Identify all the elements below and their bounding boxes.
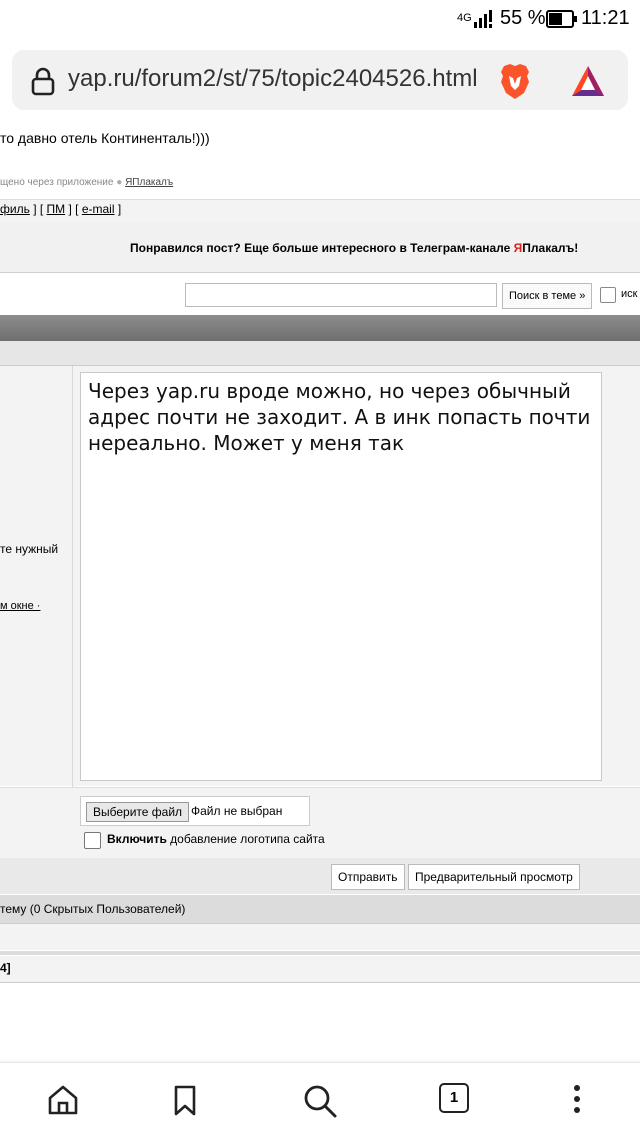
clock: 11:21 bbox=[581, 7, 630, 29]
email-link[interactable]: e-mail bbox=[82, 202, 115, 216]
separator: ] bbox=[117, 202, 122, 216]
open-window-link[interactable]: м окне · bbox=[0, 600, 40, 612]
form-side-link[interactable]: м окне · bbox=[0, 600, 40, 612]
network-type: 4G bbox=[457, 12, 472, 24]
separator: ] [ bbox=[33, 202, 47, 216]
rewards-icon[interactable] bbox=[570, 64, 606, 103]
home-icon[interactable] bbox=[46, 1083, 80, 1117]
topic-readers-bar: тему (0 Скрытых Пользователей) bbox=[0, 895, 640, 924]
battery-percent: 55 % bbox=[500, 7, 546, 29]
tabs-count: 1 bbox=[439, 1083, 469, 1113]
topic-readers-text: тему (0 Скрытых Пользователей) bbox=[0, 902, 186, 916]
logo-label-rest: добавление логотипа сайта bbox=[166, 832, 325, 846]
pagination-bar: 4] bbox=[0, 956, 640, 983]
url-text[interactable]: yap.ru/forum2/st/75/topic2404526.html bbox=[68, 65, 478, 93]
android-icon: ● bbox=[116, 177, 123, 188]
status-bar: 4G 55 % 11:21 bbox=[0, 0, 640, 40]
promo-text[interactable]: Понравился пост? Еще больше интересного … bbox=[130, 241, 578, 255]
signal-icon bbox=[474, 10, 496, 33]
spacer-bar bbox=[0, 924, 640, 950]
page-link[interactable]: 4] bbox=[0, 961, 11, 975]
form-divider bbox=[72, 366, 73, 858]
bookmark-icon[interactable] bbox=[168, 1083, 202, 1117]
browser-bottom-nav: 1 bbox=[0, 1062, 640, 1139]
divider bbox=[0, 951, 640, 955]
promo-brand-ya: Я bbox=[513, 241, 523, 255]
search-checkbox-label: иск bbox=[621, 288, 638, 300]
preview-button[interactable]: Предварительный просмотр bbox=[408, 864, 580, 890]
file-picker[interactable]: Выберите файл Файл не выбран bbox=[80, 796, 310, 826]
message-textarea[interactable]: Через yap.ru вроде можно, но через обычн… bbox=[80, 372, 602, 781]
reply-subheader-bar bbox=[0, 341, 640, 366]
file-status: Файл не выбран bbox=[191, 804, 283, 818]
separator: ] [ bbox=[68, 202, 82, 216]
send-button[interactable]: Отправить bbox=[331, 864, 405, 890]
reply-header-bar bbox=[0, 315, 640, 341]
search-icon[interactable] bbox=[302, 1083, 337, 1118]
tabs-button[interactable]: 1 bbox=[439, 1083, 473, 1117]
choose-file-button[interactable]: Выберите файл bbox=[86, 802, 190, 822]
lock-icon[interactable] bbox=[30, 66, 56, 101]
promo-text-main: Понравился пост? Еще больше интересного … bbox=[130, 241, 514, 255]
pm-link[interactable]: ПМ bbox=[47, 202, 66, 216]
promo-brand-plakal: Плакалъ! bbox=[522, 241, 579, 255]
app-link[interactable]: ЯПлакалъ bbox=[125, 177, 173, 188]
post-links: филь ] [ ПМ ] [ e-mail ] bbox=[0, 202, 121, 216]
brave-shields-icon[interactable] bbox=[498, 62, 532, 105]
sent-via-app: щено через приложение ● ЯПлакалъ bbox=[0, 177, 173, 188]
form-side-label: те нужный bbox=[0, 542, 59, 556]
logo-label-bold: Включить bbox=[107, 832, 167, 846]
more-menu-icon[interactable] bbox=[562, 1083, 596, 1117]
telegram-promo[interactable]: Понравился пост? Еще больше интересного … bbox=[0, 222, 640, 273]
search-checkbox[interactable] bbox=[600, 287, 616, 303]
topic-search: Поиск в теме » иск bbox=[0, 278, 640, 314]
logo-checkbox-label: Включить добавление логотипа сайта bbox=[107, 832, 325, 846]
battery-icon bbox=[546, 10, 578, 33]
logo-checkbox[interactable] bbox=[84, 832, 101, 849]
post-text: то давно отель Континенталь!))) bbox=[0, 130, 210, 146]
address-bar[interactable]: yap.ru/forum2/st/75/topic2404526.html bbox=[12, 50, 628, 110]
sent-via-label: щено через приложение bbox=[0, 177, 114, 188]
search-input[interactable] bbox=[185, 283, 497, 307]
profile-link[interactable]: филь bbox=[0, 202, 30, 216]
search-in-topic-button[interactable]: Поиск в теме » bbox=[502, 283, 593, 309]
form-buttons: Отправить Предварительный просмотр bbox=[0, 858, 640, 894]
